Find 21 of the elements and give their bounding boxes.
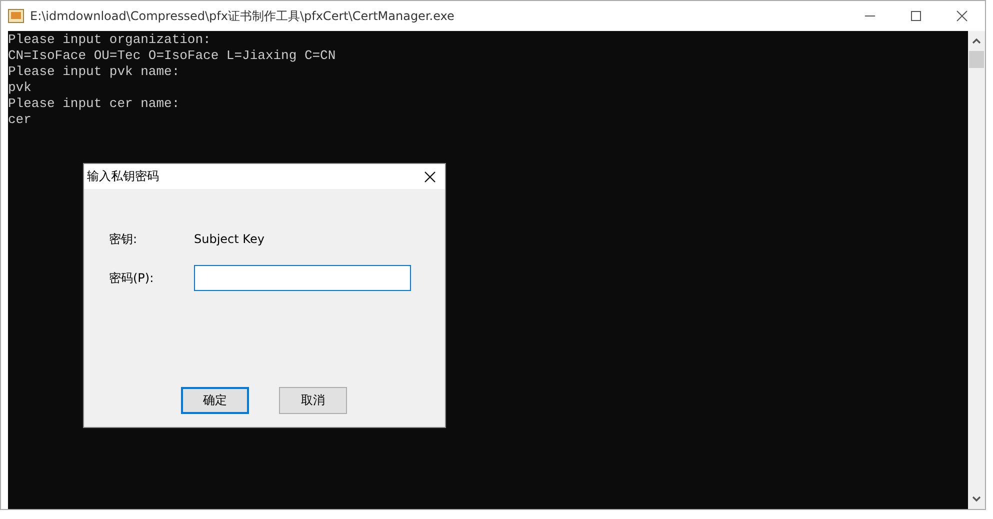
maximize-icon[interactable] [910, 10, 922, 22]
console-line: Please input organization: [8, 32, 211, 48]
scroll-up-icon[interactable] [972, 38, 981, 44]
close-icon[interactable] [956, 10, 968, 22]
window-title: E:\idmdownload\Compressed\pfx证书制作工具\pfxCert\CertManager.exe [30, 8, 454, 24]
close-icon[interactable] [424, 170, 436, 182]
console-line: Please input cer name: [8, 96, 180, 112]
cancel-button[interactable]: 取消 [279, 387, 347, 414]
console-line: Please input pvk name: [8, 64, 180, 80]
dialog-title: 输入私钥密码 [87, 168, 159, 185]
app-icon [8, 9, 24, 23]
console-line: CN=IsoFace OU=Tec O=IsoFace L=Jiaxing C=CN [8, 48, 336, 64]
console-line: cer [8, 112, 32, 128]
console-line: pvk [8, 80, 32, 96]
password-field[interactable] [194, 265, 411, 291]
key-value: Subject Key [194, 232, 264, 246]
password-label: 密码(P): [109, 270, 155, 286]
key-label: 密钥: [109, 230, 138, 248]
scroll-down-icon[interactable] [972, 496, 981, 502]
ok-button[interactable]: 确定 [181, 387, 249, 414]
scrollbar-thumb[interactable] [969, 51, 984, 68]
